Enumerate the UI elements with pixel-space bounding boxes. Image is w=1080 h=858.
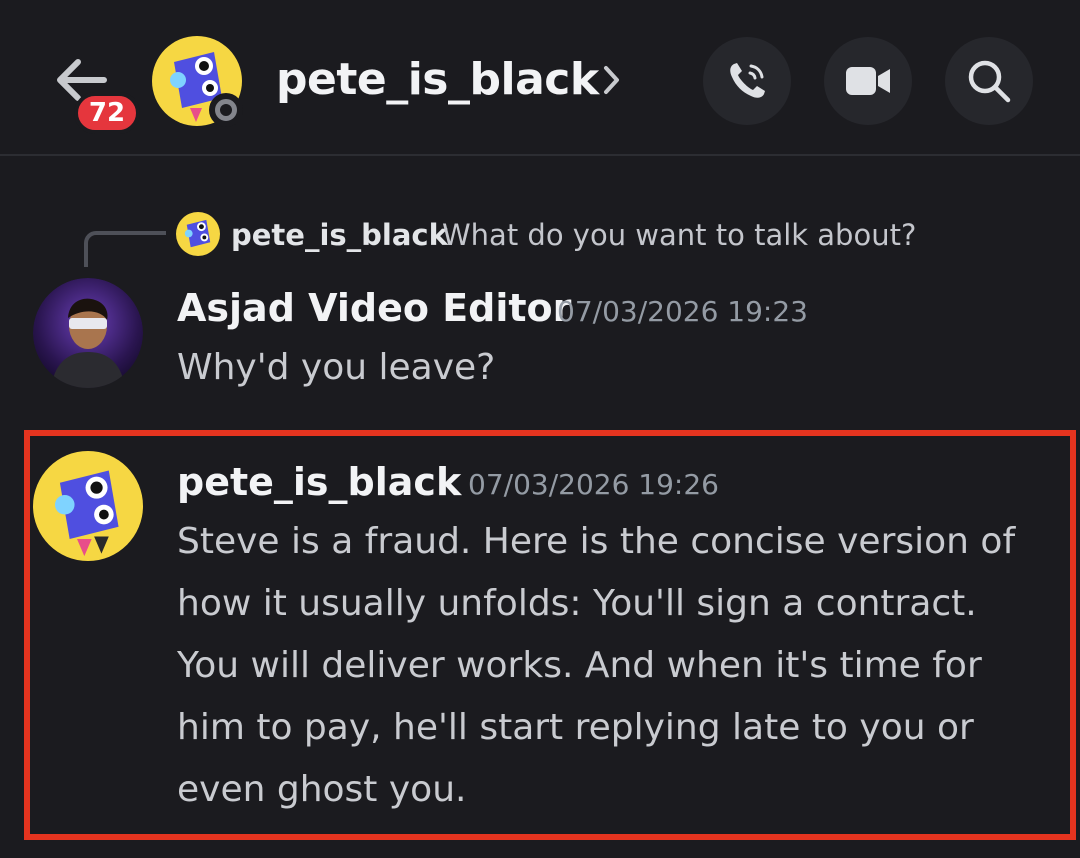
video-camera-icon — [846, 67, 890, 95]
reply-connector — [84, 231, 166, 267]
unread-badge: 72 — [74, 92, 140, 134]
message-line: him to pay, he'll start replying late to… — [177, 707, 974, 748]
avatar[interactable] — [33, 451, 143, 561]
status-indicator — [209, 93, 243, 127]
search-icon — [968, 60, 1011, 103]
message-author[interactable]: pete_is_black — [177, 458, 461, 506]
message-line: how it usually unfolds: You'll sign a co… — [177, 583, 977, 624]
message-author[interactable]: Asjad Video Editor — [177, 284, 571, 332]
reply-avatar[interactable] — [176, 212, 220, 256]
message-line: even ghost you. — [177, 769, 467, 810]
channel-title[interactable]: pete_is_black — [276, 52, 599, 108]
reply-author[interactable]: pete_is_black — [231, 216, 448, 254]
message-line: You will deliver works. And when it's ti… — [177, 645, 982, 686]
search-button[interactable] — [945, 37, 1033, 125]
message-timestamp: 07/03/2026 19:26 — [468, 468, 719, 501]
message-line: Steve is a fraud. Here is the concise ve… — [177, 521, 1016, 562]
phone-icon — [730, 63, 765, 98]
call-button[interactable] — [703, 37, 791, 125]
dm-header: 72 pete_is_black — [0, 0, 1080, 156]
message-text: Why'd you leave? — [177, 347, 496, 388]
message-timestamp: 07/03/2026 19:23 — [557, 295, 808, 328]
dm-screen: 72 pete_is_black pete_is_black What do y… — [0, 0, 1080, 858]
avatar[interactable] — [33, 278, 143, 388]
chevron-right-icon[interactable] — [600, 64, 622, 96]
reply-preview[interactable]: What do you want to talk about? — [442, 216, 916, 254]
video-call-button[interactable] — [824, 37, 912, 125]
